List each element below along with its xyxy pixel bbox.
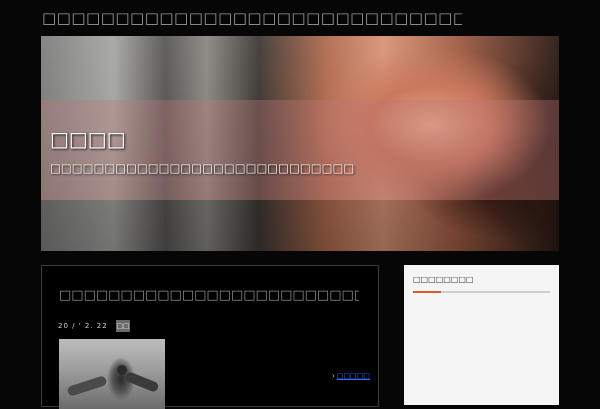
thumbnail-figure-arm bbox=[66, 375, 108, 397]
thumbnail-figure-arm bbox=[124, 370, 160, 394]
post-title[interactable]: □□□□□□□□□□□□□□□□□□□□□□□□□□□ bbox=[59, 287, 359, 305]
post-date: 20 / ' 2. 22 bbox=[58, 322, 108, 330]
post-card: □□□□□□□□□□□□□□□□□□□□□□□□□□□ 20 / ' 2. 22… bbox=[41, 265, 379, 409]
site-title[interactable]: □□□□□□□□□□□□□□□□□□□□□□□□□□□□□ bbox=[42, 8, 462, 28]
hero-title: □□□□ bbox=[50, 127, 126, 151]
hero-description: □□□□□□□□□□□□□□□□□□□□□□□□□□□□ bbox=[50, 161, 355, 175]
sidebar-title-accent bbox=[413, 291, 441, 293]
hero-lower-band bbox=[41, 200, 559, 251]
post-thumbnail[interactable] bbox=[59, 339, 165, 409]
sidebar-widget-title: □□□□□□□□ bbox=[413, 275, 474, 284]
sidebar-widget: □□□□□□□□ bbox=[404, 265, 559, 405]
read-more-text[interactable]: □□□□□ bbox=[337, 372, 370, 380]
header-hero-image: □□□□ □□□□□□□□□□□□□□□□□□□□□□□□□□□□ bbox=[41, 36, 559, 251]
read-more-link[interactable]: › □□□□□ bbox=[332, 370, 372, 382]
sidebar-title-underline bbox=[413, 291, 550, 293]
post-category-badge[interactable]: □□ bbox=[116, 320, 130, 332]
chevron-right-icon: › bbox=[332, 372, 335, 380]
thumbnail-figure-head bbox=[117, 365, 127, 375]
